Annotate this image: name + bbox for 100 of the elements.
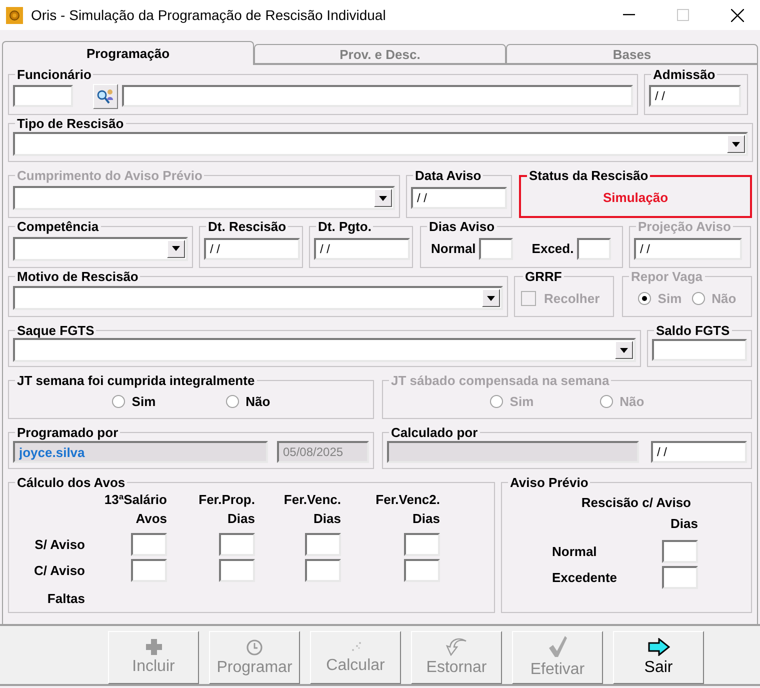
text-field[interactable] — [13, 85, 73, 107]
search-icon — [96, 86, 115, 106]
number-field[interactable] — [305, 533, 341, 556]
group-label: Competência — [16, 219, 100, 234]
group-label: Dt. Pgto. — [317, 219, 372, 234]
column-header: Fer.Venc2. — [376, 492, 440, 507]
number-field[interactable] — [131, 559, 167, 582]
date-field[interactable]: / / — [649, 85, 741, 107]
column-unit: Dias — [412, 511, 440, 526]
row-label: Faltas — [47, 591, 85, 606]
group-label: JT sábado compensada na semana — [390, 373, 610, 388]
field-label: Exced. — [532, 241, 574, 256]
date-field[interactable]: 05/08/2025 — [277, 441, 369, 463]
column-unit: Dias — [228, 511, 255, 526]
number-field[interactable] — [219, 559, 255, 582]
dropdown-field[interactable] — [13, 186, 395, 210]
dropdown-button[interactable] — [615, 341, 633, 359]
dropdown-button[interactable] — [167, 240, 185, 258]
number-field[interactable] — [219, 533, 255, 556]
search-button[interactable] — [93, 84, 118, 108]
number-field[interactable] — [404, 533, 440, 556]
text-field[interactable] — [576, 238, 611, 260]
date-field[interactable]: / / — [411, 187, 507, 209]
caret-icon — [379, 196, 387, 200]
number-field[interactable] — [662, 540, 698, 563]
group-label: Saque FGTS — [16, 323, 96, 338]
radio-button[interactable] — [112, 394, 125, 408]
row-label: Normal — [552, 544, 598, 559]
dropdown-field[interactable] — [13, 286, 503, 310]
group-label: Dias Aviso — [428, 219, 496, 234]
user-field[interactable] — [387, 441, 639, 463]
clock-icon — [246, 638, 263, 656]
maximize-icon — [677, 9, 689, 21]
group-label: GRRF — [524, 269, 563, 284]
arrow-right-icon — [648, 638, 670, 656]
plus-icon — [146, 639, 162, 655]
text-field[interactable] — [122, 85, 633, 107]
text-field[interactable] — [652, 339, 747, 361]
status-value: Simulação — [602, 190, 668, 205]
radio-label: Sim — [510, 394, 534, 408]
radio-button[interactable] — [226, 394, 239, 408]
group-label: Tipo de Rescisão — [16, 116, 125, 131]
group-label: Aviso Prévio — [509, 475, 590, 490]
tab[interactable]: Programação — [2, 41, 254, 65]
user-field[interactable]: joyce.silva — [13, 441, 268, 463]
group-label: Projeção Aviso — [637, 219, 732, 234]
group-label: Admissão — [652, 67, 716, 82]
window-title: Oris - Simulação da Programação de Rescisão Individual — [31, 7, 387, 23]
number-field[interactable] — [404, 559, 440, 582]
radio-label: Sim — [132, 394, 156, 408]
group-label: Programado por — [16, 425, 120, 440]
curved-arrow-icon — [446, 638, 468, 656]
group-label: Dt. Rescisão — [207, 219, 288, 234]
caret-icon — [732, 142, 740, 146]
date-field[interactable]: / / — [204, 238, 300, 260]
group-label: Motivo de Rescisão — [16, 269, 140, 284]
dropdown-button[interactable] — [482, 289, 500, 307]
group-label: Cálculo dos Avos — [16, 475, 126, 490]
row-label: Excedente — [552, 570, 618, 585]
check-icon — [548, 636, 568, 658]
action-button[interactable]: Sair — [613, 631, 704, 684]
column-header: Fer.Venc. — [284, 492, 341, 507]
tab[interactable]: Bases — [506, 44, 758, 64]
field-label: Normal — [431, 241, 476, 256]
dropdown-field[interactable] — [13, 132, 748, 156]
column-header: 13ªSalário — [104, 492, 167, 507]
dropdown-field[interactable] — [13, 338, 636, 362]
app-icon — [6, 6, 23, 24]
group-label: JT semana foi cumprida integralmente — [16, 373, 256, 388]
radio-label: Sim — [658, 290, 682, 306]
checkbox-label: Recolher — [544, 290, 600, 306]
number-field[interactable] — [131, 533, 167, 556]
group-label: Funcionário — [16, 67, 92, 82]
group-label: Cumprimento do Aviso Prévio — [16, 168, 204, 183]
dropdown-field[interactable] — [13, 236, 188, 260]
column-unit: Dias — [314, 511, 341, 526]
date-field[interactable]: / / — [651, 441, 747, 463]
close-icon — [730, 8, 744, 22]
row-label: S/ Aviso — [34, 537, 85, 552]
radio-label: Não — [620, 394, 644, 408]
number-field[interactable] — [305, 559, 341, 582]
column-unit: Dias — [670, 516, 698, 531]
group-label: Repor Vaga — [630, 269, 704, 284]
text-field[interactable] — [478, 238, 513, 260]
tab[interactable]: Prov. e Desc. — [254, 44, 506, 64]
date-field[interactable]: / / — [314, 238, 410, 260]
caret-icon — [487, 296, 495, 300]
dropdown-button[interactable] — [727, 135, 745, 153]
number-field[interactable] — [662, 566, 698, 589]
group-label: Data Aviso — [414, 168, 482, 183]
group-label: Calculado por — [390, 425, 479, 440]
radio-label: Não — [712, 290, 736, 306]
caret-icon — [620, 348, 628, 352]
group-label: Status da Rescisão — [528, 168, 650, 183]
column-header: Rescisão c/ Aviso — [581, 495, 691, 510]
group-label: Saldo FGTS — [655, 323, 731, 338]
minimize-icon — [623, 14, 635, 16]
dropdown-button[interactable] — [374, 189, 392, 207]
radio-label: Não — [246, 394, 270, 408]
row-label: C/ Aviso — [34, 563, 85, 578]
